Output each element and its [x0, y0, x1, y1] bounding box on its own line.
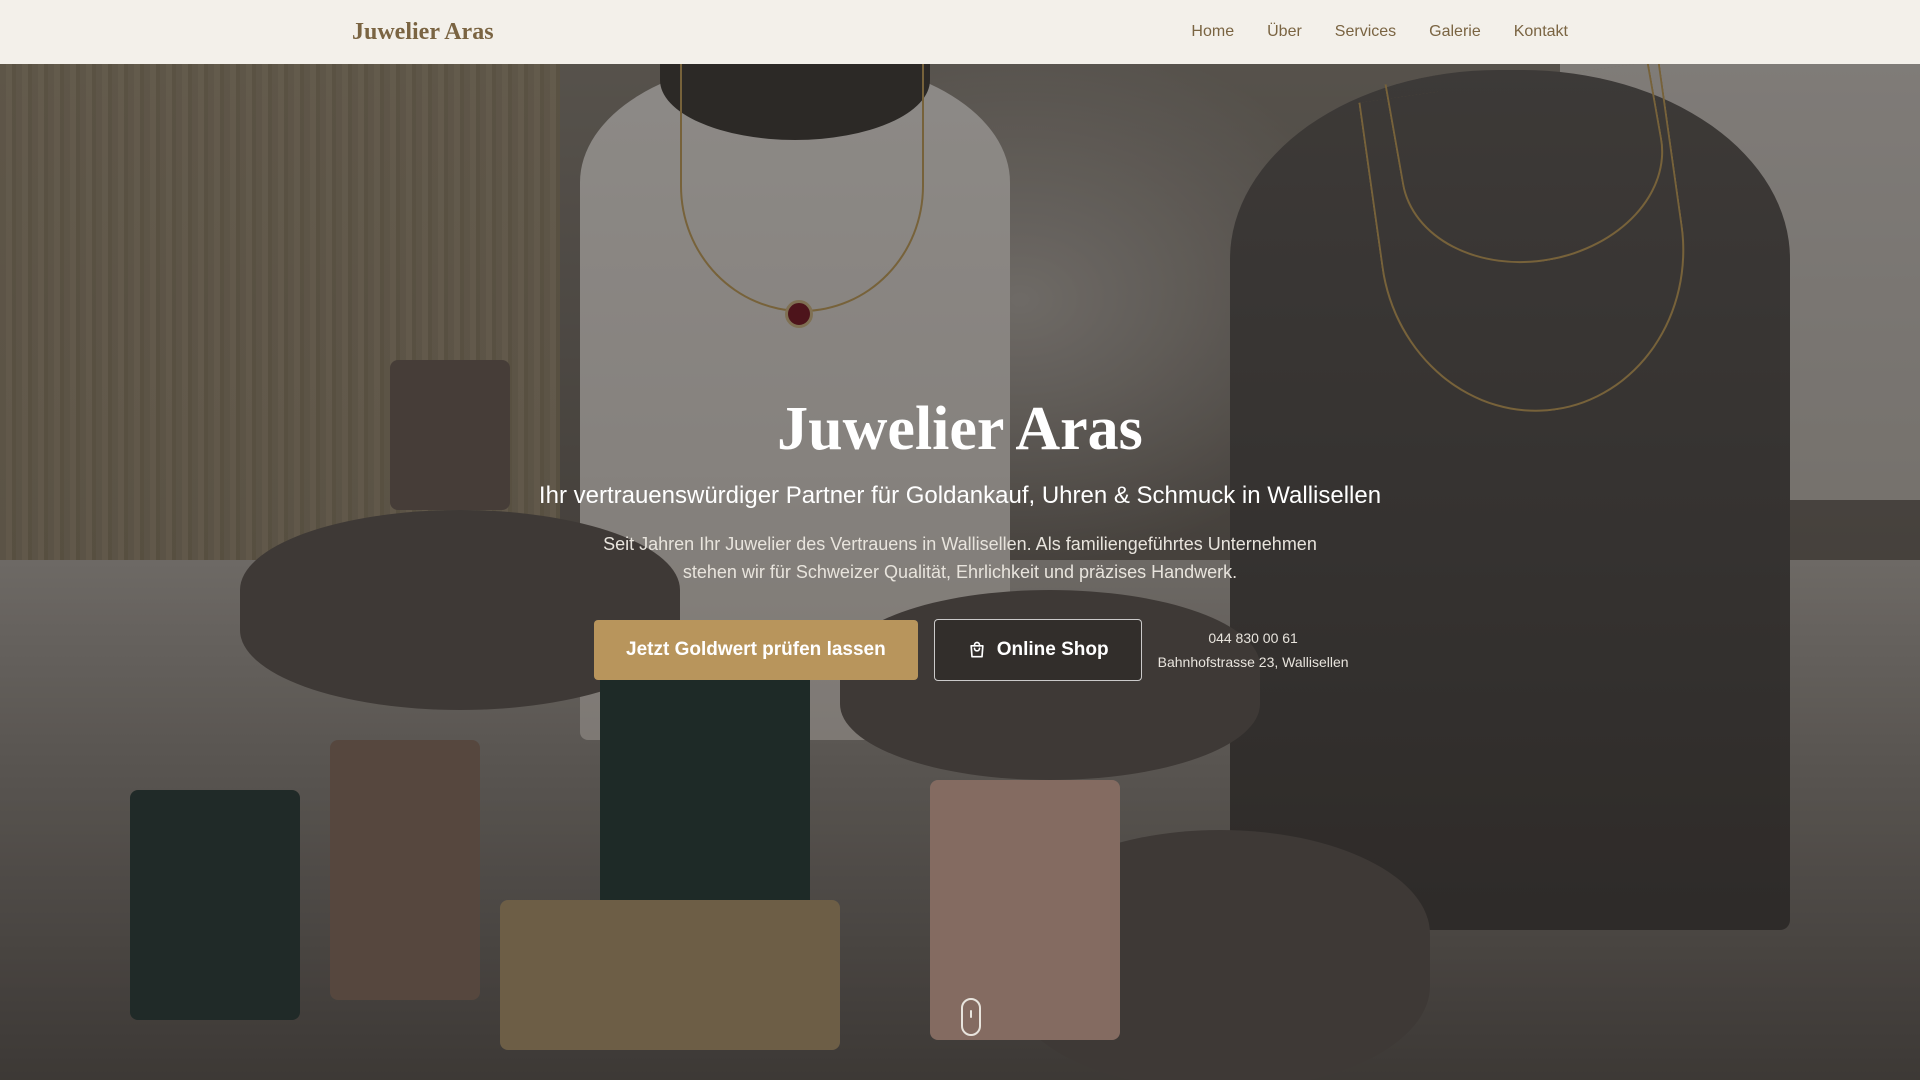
nav-link-kontakt[interactable]: Kontakt: [1514, 23, 1568, 41]
address: Bahnhofstrasse 23, Wallisellen: [1157, 654, 1349, 670]
hero-content: Juwelier Aras Ihr vertrauenswürdiger Par…: [0, 390, 1920, 586]
contact-info: 044 830 00 61 Bahnhofstrasse 23, Wallise…: [1158, 626, 1349, 674]
brand-logo[interactable]: Juwelier Aras: [352, 0, 494, 64]
phone-number[interactable]: 044 830 00 61: [1158, 626, 1349, 650]
nav-link-home[interactable]: Home: [1191, 23, 1234, 41]
nav-link-galerie[interactable]: Galerie: [1429, 23, 1481, 41]
hero-title: Juwelier Aras: [777, 395, 1143, 463]
hero-subtitle: Ihr vertrauenswürdiger Partner für Golda…: [538, 482, 1382, 509]
hero-description: Seit Jahren Ihr Juwelier des Vertrauens …: [603, 534, 1317, 582]
online-shop-button[interactable]: Online Shop: [933, 619, 1142, 681]
nav-link-ueber[interactable]: Über: [1267, 23, 1302, 41]
scroll-dot: [970, 1010, 972, 1018]
scroll-indicator[interactable]: [961, 998, 981, 1036]
nav-link-services[interactable]: Services: [1335, 23, 1396, 41]
hero-actions: Jetzt Goldwert prüfen lassen Online Shop…: [594, 619, 1349, 681]
gold-value-button[interactable]: Jetzt Goldwert prüfen lassen: [594, 620, 918, 680]
navbar: Juwelier Aras Home Über Services Galerie…: [0, 0, 1920, 64]
nav-links: Home Über Services Galerie Kontakt: [1191, 0, 1568, 64]
shopping-bag-icon: [970, 641, 984, 658]
online-shop-label: Online Shop: [996, 639, 1109, 660]
